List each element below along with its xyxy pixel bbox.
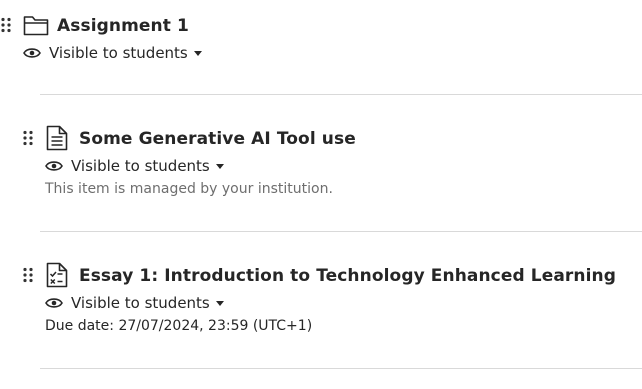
managed-note: This item is managed by your institution… xyxy=(45,181,333,197)
eye-icon xyxy=(45,297,63,309)
divider xyxy=(40,231,642,232)
eye-icon xyxy=(45,160,63,172)
visibility-dropdown[interactable]: Visible to students xyxy=(45,294,224,312)
drag-handle-icon[interactable] xyxy=(23,130,33,146)
visibility-label: Visible to students xyxy=(71,157,210,175)
visibility-label: Visible to students xyxy=(71,294,210,312)
drag-handle-icon[interactable] xyxy=(1,17,11,33)
chevron-down-icon xyxy=(215,163,224,169)
eye-icon xyxy=(23,47,41,59)
due-date: Due date: 27/07/2024, 23:59 (UTC+1) xyxy=(45,318,313,334)
visibility-dropdown[interactable]: Visible to students xyxy=(45,157,224,175)
divider xyxy=(40,368,642,369)
document-icon xyxy=(46,125,68,151)
assignment-icon xyxy=(46,262,68,288)
divider xyxy=(40,94,642,95)
chevron-down-icon xyxy=(215,300,224,306)
visibility-dropdown[interactable]: Visible to students xyxy=(23,44,202,62)
chevron-down-icon xyxy=(193,50,202,56)
item-title[interactable]: Assignment 1 xyxy=(57,16,189,36)
folder-icon xyxy=(23,14,49,36)
item-title[interactable]: Essay 1: Introduction to Technology Enha… xyxy=(79,266,616,286)
item-title[interactable]: Some Generative AI Tool use xyxy=(79,129,356,149)
drag-handle-icon[interactable] xyxy=(23,267,33,283)
visibility-label: Visible to students xyxy=(49,44,188,62)
